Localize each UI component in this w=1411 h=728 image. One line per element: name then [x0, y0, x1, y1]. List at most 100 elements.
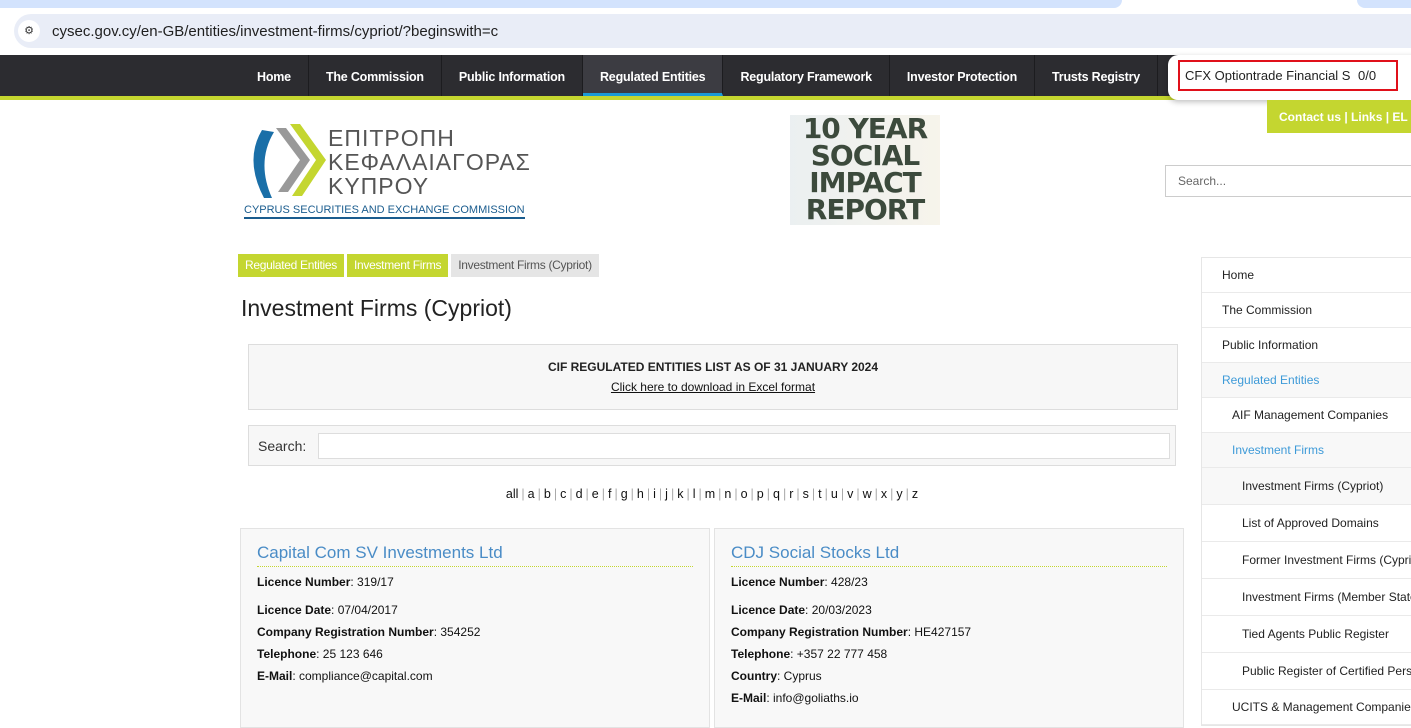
firm-field: Licence Number: 319/17	[257, 575, 693, 589]
breadcrumb-investment-firms[interactable]: Investment Firms	[347, 254, 449, 277]
field-label: Licence Date	[257, 603, 332, 617]
alphabet-letter-m[interactable]: m	[705, 487, 715, 501]
alphabet-separator: |	[856, 487, 860, 501]
alphabet-letter-w[interactable]: w	[863, 487, 872, 501]
url-text[interactable]: cysec.gov.cy/en-GB/entities/investment-f…	[52, 23, 498, 40]
field-label: E-Mail	[257, 669, 293, 683]
firm-name-link[interactable]: Capital Com SV Investments Ltd	[257, 543, 693, 567]
top-links[interactable]: Contact us | Links | EL / E	[1267, 100, 1411, 133]
firm-name-link[interactable]: CDJ Social Stocks Ltd	[731, 543, 1167, 567]
alphabet-separator: |	[890, 487, 894, 501]
alphabet-letter-y[interactable]: y	[896, 487, 902, 501]
cysec-logo[interactable]: ΕΠΙΤΡΟΠΗ ΚΕΦΑΛΑΙΑΓΟΡΑΣ ΚΥΠΡΟΥ CYPRUS SEC…	[240, 118, 531, 223]
field-label: Licence Number	[257, 575, 351, 589]
nav-item-public-information[interactable]: Public Information	[442, 55, 583, 96]
alphabet-letter-o[interactable]: o	[741, 487, 748, 501]
sidebar-item[interactable]: Investment Firms (Cypriot)	[1202, 468, 1411, 505]
firm-field: E-Mail: info@goliaths.io	[731, 691, 1167, 705]
nav-item-investor-protection[interactable]: Investor Protection	[890, 55, 1036, 96]
sidebar-item[interactable]: Former Investment Firms (Cypriot)	[1202, 542, 1411, 579]
alphabet-separator: |	[585, 487, 589, 501]
sidebar-item[interactable]: Tied Agents Public Register	[1202, 616, 1411, 653]
find-bar: CFX Optiontrade Financial Se 0/0	[1168, 55, 1411, 100]
tune-icon[interactable]: ⚙	[18, 20, 40, 42]
alphabet-separator: |	[537, 487, 541, 501]
nav-item-home[interactable]: Home	[240, 55, 309, 96]
alphabet-letter-n[interactable]: n	[724, 487, 731, 501]
firm-field: Company Registration Number: 354252	[257, 625, 693, 639]
address-bar[interactable]: ⚙ cysec.gov.cy/en-GB/entities/investment…	[14, 14, 1411, 48]
breadcrumb-regulated-entities[interactable]: Regulated Entities	[238, 254, 344, 277]
field-label: Licence Date	[731, 603, 806, 617]
sidebar-item[interactable]: Home	[1202, 258, 1411, 293]
sidebar-item[interactable]: UCITS & Management Companies	[1202, 690, 1411, 725]
firm-field: E-Mail: compliance@capital.com	[257, 669, 693, 683]
field-value: : 20/03/2023	[805, 603, 872, 617]
alphabet-letter-z[interactable]: z	[912, 487, 918, 501]
field-value: : Cyprus	[777, 669, 822, 683]
field-label: Telephone	[257, 647, 317, 661]
alphabet-letter-l[interactable]: l	[693, 487, 696, 501]
nav-item-regulated-entities[interactable]: Regulated Entities	[582, 55, 724, 96]
alphabet-letter-d[interactable]: d	[576, 487, 583, 501]
firm-field: Licence Date: 07/04/2017	[257, 603, 693, 617]
nav-item-trusts-registry[interactable]: Trusts Registry	[1035, 55, 1159, 96]
alphabet-separator: |	[874, 487, 878, 501]
filter-label: Search:	[258, 437, 307, 454]
breadcrumb-current: Investment Firms (Cypriot)	[451, 254, 599, 277]
field-value: : +357 22 777 458	[790, 647, 888, 661]
alphabet-separator: |	[766, 487, 770, 501]
alphabet-separator: |	[553, 487, 558, 501]
alphabet-separator: |	[646, 487, 651, 501]
field-value[interactable]: : info@goliaths.io	[766, 691, 858, 705]
find-input[interactable]: CFX Optiontrade Financial Se	[1180, 68, 1350, 83]
nav-item-the-commission[interactable]: The Commission	[309, 55, 442, 96]
alphabet-letter-h[interactable]: h	[637, 487, 644, 501]
logo-greek-text: ΕΠΙΤΡΟΠΗ ΚΕΦΑΛΑΙΑΓΟΡΑΣ ΚΥΠΡΟΥ	[328, 125, 531, 199]
download-excel-link[interactable]: Click here to download in Excel format	[249, 380, 1177, 394]
alphabet-letter-e[interactable]: e	[592, 487, 599, 501]
alphabet-letter-c[interactable]: c	[560, 487, 566, 501]
field-value[interactable]: : compliance@capital.com	[292, 669, 432, 683]
social-impact-report-banner[interactable]: 10 YEAR SOCIAL IMPACT REPORT	[790, 115, 940, 225]
field-value: : 25 123 646	[316, 647, 383, 661]
site-search-input[interactable]: Search...	[1165, 165, 1411, 197]
alphabet-letter-g[interactable]: g	[621, 487, 628, 501]
field-value: : 07/04/2017	[331, 603, 398, 617]
alphabet-letter-v[interactable]: v	[847, 487, 853, 501]
firm-field: Telephone: +357 22 777 458	[731, 647, 1167, 661]
alphabet-separator: |	[614, 487, 618, 501]
list-info-box: CIF REGULATED ENTITIES LIST AS OF 31 JAN…	[248, 344, 1178, 410]
alphabet-letter-q[interactable]: q	[773, 487, 780, 501]
alphabet-letter-u[interactable]: u	[831, 487, 838, 501]
alphabet-letter-all[interactable]: all	[506, 487, 519, 501]
alphabet-letter-i[interactable]: i	[653, 487, 656, 501]
alphabet-letter-t[interactable]: t	[818, 487, 821, 501]
alphabet-letter-a[interactable]: a	[528, 487, 535, 501]
sidebar-item[interactable]: List of Approved Domains	[1202, 505, 1411, 542]
alphabet-letter-x[interactable]: x	[881, 487, 887, 501]
filter-input[interactable]	[318, 432, 1171, 459]
sidebar-item[interactable]: Investment Firms (Member States)	[1202, 579, 1411, 616]
alphabet-letter-b[interactable]: b	[544, 487, 551, 501]
sidebar-item[interactable]: Public Register of Certified Persons	[1202, 653, 1411, 690]
logo-chevron-icon	[253, 124, 326, 198]
alphabet-separator: |	[750, 487, 754, 501]
sidebar-item[interactable]: Regulated Entities	[1202, 363, 1411, 398]
alphabet-letter-f[interactable]: f	[608, 487, 611, 501]
alphabet-letter-k[interactable]: k	[677, 487, 683, 501]
sidebar-item[interactable]: The Commission	[1202, 293, 1411, 328]
sidebar-item[interactable]: AIF Management Companies	[1202, 398, 1411, 433]
page-title: Investment Firms (Cypriot)	[241, 295, 512, 321]
nav-item-regulatory-framework[interactable]: Regulatory Framework	[723, 55, 890, 96]
alphabet-letter-s[interactable]: s	[803, 487, 809, 501]
alphabet-separator: |	[840, 487, 845, 501]
sidebar-item[interactable]: Investment Firms	[1202, 433, 1411, 468]
sidebar-item[interactable]: Public Information	[1202, 328, 1411, 363]
field-value: : 319/17	[350, 575, 394, 589]
alphabet-letter-r[interactable]: r	[789, 487, 793, 501]
alphabet-letter-p[interactable]: p	[757, 487, 764, 501]
alphabet-letter-j[interactable]: j	[665, 487, 668, 501]
alphabet-separator: |	[718, 487, 722, 501]
alphabet-separator: |	[698, 487, 702, 501]
